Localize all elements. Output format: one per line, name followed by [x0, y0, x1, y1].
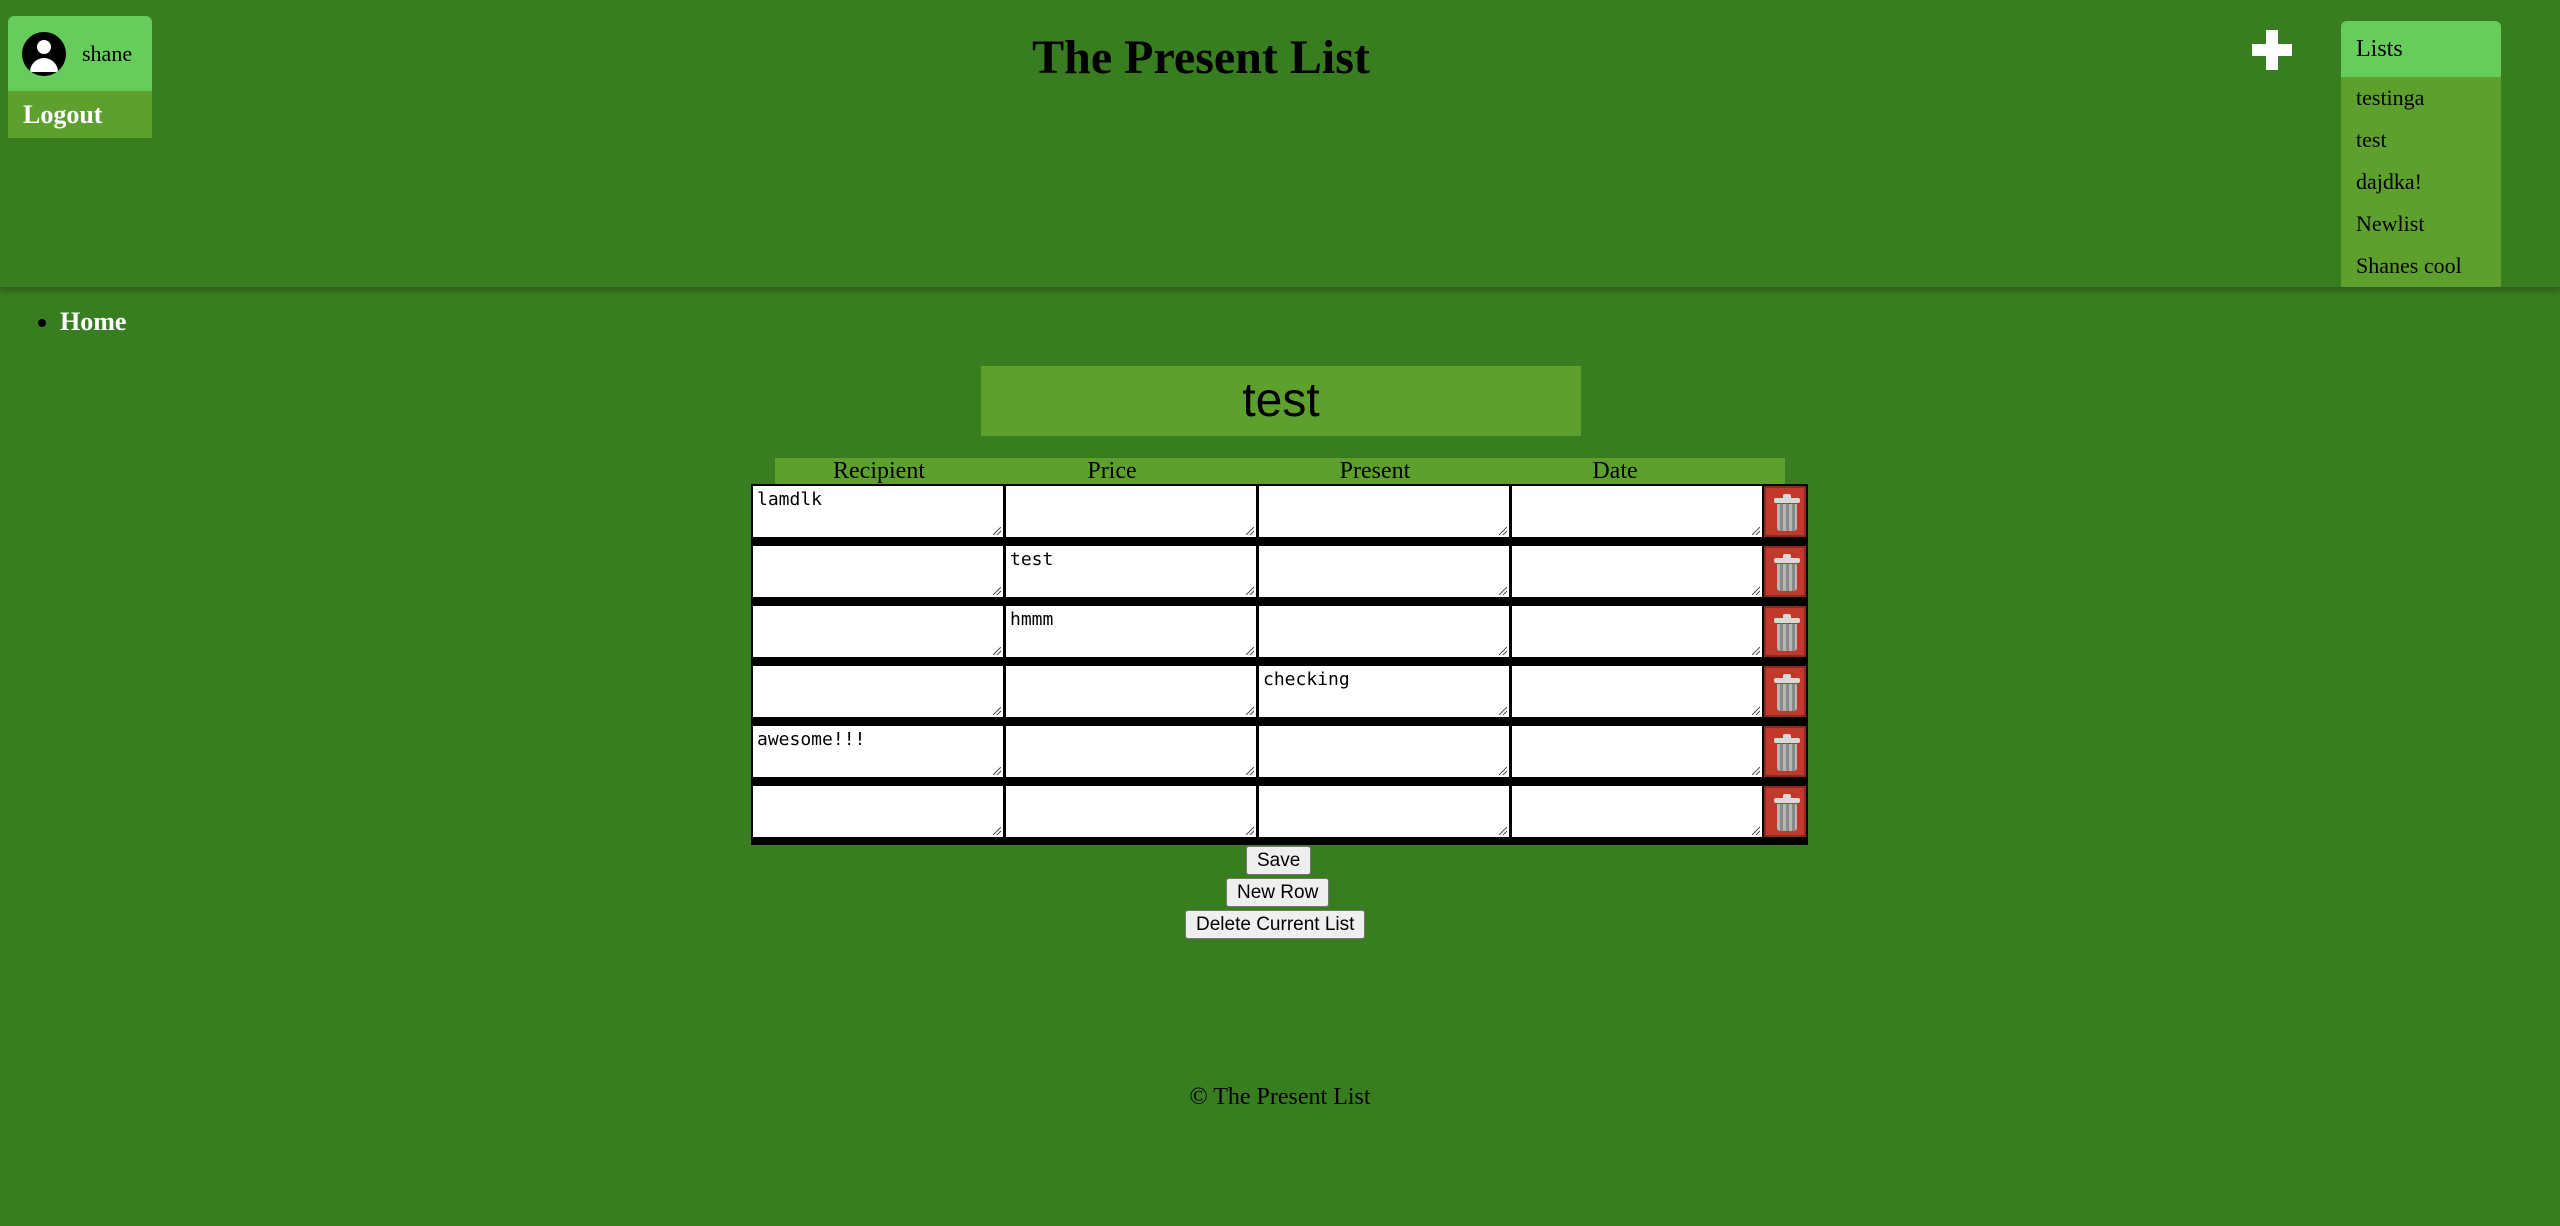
present-textarea[interactable] [1259, 786, 1509, 837]
date-textarea[interactable] [1512, 486, 1762, 537]
date-textarea[interactable] [1512, 606, 1762, 657]
recipient-textarea[interactable] [753, 546, 1003, 597]
nav-home-link[interactable]: Home [60, 307, 126, 337]
delete-row-button[interactable] [1764, 726, 1806, 777]
price-textarea[interactable]: hmmm [1006, 606, 1256, 657]
present-textarea[interactable] [1259, 486, 1509, 537]
delete-row-button[interactable] [1764, 666, 1806, 717]
recipient-textarea[interactable]: awesome!!! [753, 726, 1003, 777]
save-button[interactable]: Save [1246, 846, 1312, 875]
present-textarea[interactable] [1259, 606, 1509, 657]
trash-icon [1774, 794, 1800, 832]
trash-icon [1774, 674, 1800, 712]
delete-row-button[interactable] [1764, 606, 1806, 657]
trash-icon [1774, 494, 1800, 532]
date-textarea[interactable] [1512, 546, 1762, 597]
lists-menu-item[interactable]: test [2341, 119, 2501, 161]
recipient-textarea[interactable] [753, 666, 1003, 717]
column-header-date: Date [1592, 458, 1638, 484]
date-textarea[interactable] [1512, 786, 1762, 837]
present-table: lamdlk test hmmm checking awesome!!! [751, 484, 1808, 845]
price-textarea[interactable] [1006, 666, 1256, 717]
lists-menu-header[interactable]: Lists [2341, 21, 2501, 77]
price-textarea[interactable]: test [1006, 546, 1256, 597]
trash-icon [1774, 554, 1800, 592]
lists-menu-item[interactable]: dajdka! [2341, 161, 2501, 203]
lists-menu-item[interactable]: Newlist [2341, 203, 2501, 245]
list-title: test [981, 366, 1581, 436]
recipient-textarea[interactable]: lamdlk [753, 486, 1003, 537]
column-header-recipient: Recipient [833, 458, 925, 484]
date-textarea[interactable] [1512, 666, 1762, 717]
table-row [751, 784, 1808, 841]
column-header-price: Price [1087, 458, 1137, 484]
table-row: checking [751, 664, 1808, 721]
table-row: test [751, 544, 1808, 601]
trash-icon [1774, 734, 1800, 772]
delete-row-button[interactable] [1764, 786, 1806, 837]
lists-menu-item[interactable]: testinga [2341, 77, 2501, 119]
plus-icon[interactable] [2252, 30, 2292, 70]
price-textarea[interactable] [1006, 486, 1256, 537]
price-textarea[interactable] [1006, 786, 1256, 837]
table-header: Recipient Price Present Date [775, 458, 1785, 484]
table-row: awesome!!! [751, 724, 1808, 781]
table-row: lamdlk [751, 484, 1808, 541]
site-header: shane Logout The Present List Lists test… [0, 0, 2560, 287]
site-title: The Present List [1032, 31, 1370, 84]
price-textarea[interactable] [1006, 726, 1256, 777]
recipient-textarea[interactable] [753, 606, 1003, 657]
logout-button[interactable]: Logout [8, 91, 152, 138]
lists-menu: Lists testinga test dajdka! Newlist Shan… [2341, 21, 2501, 287]
recipient-textarea[interactable] [753, 786, 1003, 837]
present-textarea[interactable] [1259, 546, 1509, 597]
delete-list-button[interactable]: Delete Current List [1185, 910, 1366, 939]
footer: © The Present List [1189, 1084, 1371, 1110]
delete-row-button[interactable] [1764, 486, 1806, 537]
trash-icon [1774, 614, 1800, 652]
present-textarea[interactable]: checking [1259, 666, 1509, 717]
breadcrumb-nav: Home [34, 307, 126, 337]
new-row-button[interactable]: New Row [1226, 878, 1330, 907]
delete-row-button[interactable] [1764, 546, 1806, 597]
present-textarea[interactable] [1259, 726, 1509, 777]
column-header-present: Present [1339, 458, 1411, 484]
date-textarea[interactable] [1512, 726, 1762, 777]
table-row: hmmm [751, 604, 1808, 661]
lists-menu-item[interactable]: Shanes cool [2341, 245, 2501, 287]
